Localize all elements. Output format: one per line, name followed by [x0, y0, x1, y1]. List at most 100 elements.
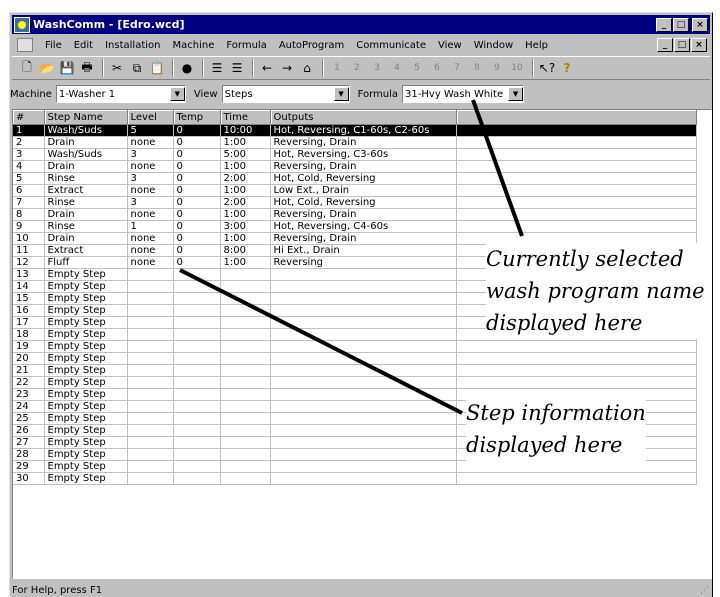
cell-outputs[interactable]	[270, 316, 457, 329]
cell-time[interactable]	[220, 352, 271, 365]
cell-step-name[interactable]: Empty Step	[44, 280, 128, 293]
cell-temp[interactable]	[173, 400, 221, 413]
menu-communicate[interactable]: Communicate	[350, 40, 432, 51]
step-grid[interactable]: # Step Name Level Temp Time Outputs 1 Was…	[12, 109, 712, 579]
cell-temp[interactable]: 0	[173, 220, 221, 233]
home-icon[interactable]: ⌂	[298, 59, 316, 77]
cell-number[interactable]: 17	[13, 316, 45, 329]
cell-temp[interactable]	[173, 268, 221, 281]
cell-level[interactable]: 3	[127, 172, 174, 185]
menu-edit[interactable]: Edit	[68, 40, 99, 51]
cell-time[interactable]	[220, 280, 271, 293]
cell-outputs[interactable]	[270, 412, 457, 425]
cell-temp[interactable]: 0	[173, 232, 221, 245]
cell-step-name[interactable]: Empty Step	[44, 388, 128, 401]
cell-outputs[interactable]	[270, 364, 457, 377]
cell-outputs[interactable]	[270, 304, 457, 317]
print-icon[interactable]: 🖶	[78, 59, 96, 77]
menu-installation[interactable]: Installation	[99, 40, 166, 51]
cell-outputs[interactable]	[270, 328, 457, 341]
cell-level[interactable]	[127, 304, 174, 317]
table-row[interactable]: 2 Drain none 0 1:00 Reversing, Drain	[13, 136, 697, 149]
cell-number[interactable]: 27	[13, 436, 45, 449]
cell-number[interactable]: 28	[13, 448, 45, 461]
table-row[interactable]: 6 Extract none 0 1:00 Low Ext., Drain	[13, 184, 697, 197]
cell-number[interactable]: 21	[13, 364, 45, 377]
col-header-time[interactable]: Time	[220, 110, 271, 125]
table-row[interactable]: 4 Drain none 0 1:00 Reversing, Drain	[13, 160, 697, 173]
col-header-number[interactable]: #	[13, 110, 45, 125]
cell-number[interactable]: 11	[13, 244, 45, 257]
cell-time[interactable]	[220, 436, 271, 449]
program-7-icon[interactable]: 7	[448, 59, 466, 77]
cell-step-name[interactable]: Empty Step	[44, 316, 128, 329]
formula-select[interactable]: 31-Hvy Wash White ▼	[402, 85, 525, 103]
cell-outputs[interactable]	[270, 400, 457, 413]
new-file-icon[interactable]: 🗋	[18, 59, 36, 77]
cell-number[interactable]: 4	[13, 160, 45, 173]
table-row[interactable]: 3 Wash/Suds 3 0 5:00 Hot, Reversing, C3-60s	[13, 148, 697, 161]
delete-step-icon[interactable]: ☰	[228, 59, 246, 77]
cell-temp[interactable]	[173, 424, 221, 437]
table-row[interactable]: 29 Empty Step	[13, 460, 697, 473]
program-9-icon[interactable]: 9	[488, 59, 506, 77]
cell-temp[interactable]	[173, 340, 221, 353]
cell-temp[interactable]	[173, 460, 221, 473]
cell-temp[interactable]	[173, 328, 221, 341]
cell-step-name[interactable]: Empty Step	[44, 436, 128, 449]
cell-temp[interactable]	[173, 304, 221, 317]
cell-time[interactable]	[220, 292, 271, 305]
cell-level[interactable]: none	[127, 208, 174, 221]
cell-level[interactable]	[127, 268, 174, 281]
minimize-button[interactable]: _	[656, 17, 672, 32]
cell-temp[interactable]: 0	[173, 148, 221, 161]
cell-step-name[interactable]: Fluff	[44, 256, 128, 269]
cell-level[interactable]	[127, 424, 174, 437]
cell-step-name[interactable]: Wash/Suds	[44, 148, 128, 161]
cell-number[interactable]: 5	[13, 172, 45, 185]
cell-level[interactable]: 3	[127, 196, 174, 209]
cell-level[interactable]	[127, 340, 174, 353]
cell-outputs[interactable]: Reversing, Drain	[270, 136, 457, 149]
doc-close-button[interactable]: ×	[691, 38, 707, 52]
cell-level[interactable]: none	[127, 256, 174, 269]
cell-number[interactable]: 18	[13, 328, 45, 341]
app-icon[interactable]	[14, 16, 30, 33]
cell-number[interactable]: 26	[13, 424, 45, 437]
cell-step-name[interactable]: Empty Step	[44, 424, 128, 437]
context-help-icon[interactable]: ↖?	[538, 59, 556, 77]
cell-outputs[interactable]: Low Ext., Drain	[270, 184, 457, 197]
cell-time[interactable]	[220, 340, 271, 353]
cell-time[interactable]: 1:00	[220, 184, 271, 197]
record-icon[interactable]: ●	[178, 59, 196, 77]
machine-select[interactable]: 1-Washer 1 ▼	[55, 85, 186, 103]
cell-step-name[interactable]: Wash/Suds	[44, 124, 128, 137]
cell-step-name[interactable]: Empty Step	[44, 364, 128, 377]
cell-level[interactable]	[127, 400, 174, 413]
cell-number[interactable]: 15	[13, 292, 45, 305]
cell-level[interactable]	[127, 460, 174, 473]
cell-outputs[interactable]	[270, 388, 457, 401]
title-bar[interactable]: WashComm - [Edro.wcd] _ □ ×	[12, 15, 710, 34]
cell-number[interactable]: 7	[13, 196, 45, 209]
cell-outputs[interactable]	[270, 376, 457, 389]
cell-number[interactable]: 1	[13, 124, 45, 137]
cell-level[interactable]: 1	[127, 220, 174, 233]
cell-level[interactable]	[127, 292, 174, 305]
cell-step-name[interactable]: Empty Step	[44, 268, 128, 281]
cell-time[interactable]: 1:00	[220, 256, 271, 269]
cell-temp[interactable]: 0	[173, 256, 221, 269]
cell-number[interactable]: 16	[13, 304, 45, 317]
insert-step-icon[interactable]: ☰	[208, 59, 226, 77]
cell-temp[interactable]	[173, 364, 221, 377]
table-row[interactable]: 22 Empty Step	[13, 376, 697, 389]
cell-temp[interactable]	[173, 388, 221, 401]
cell-step-name[interactable]: Drain	[44, 136, 128, 149]
cell-temp[interactable]	[173, 412, 221, 425]
cell-level[interactable]	[127, 328, 174, 341]
program-6-icon[interactable]: 6	[428, 59, 446, 77]
cell-temp[interactable]	[173, 472, 221, 485]
cell-outputs[interactable]: Reversing, Drain	[270, 160, 457, 173]
cell-number[interactable]: 9	[13, 220, 45, 233]
table-row[interactable]: 30 Empty Step	[13, 472, 697, 485]
